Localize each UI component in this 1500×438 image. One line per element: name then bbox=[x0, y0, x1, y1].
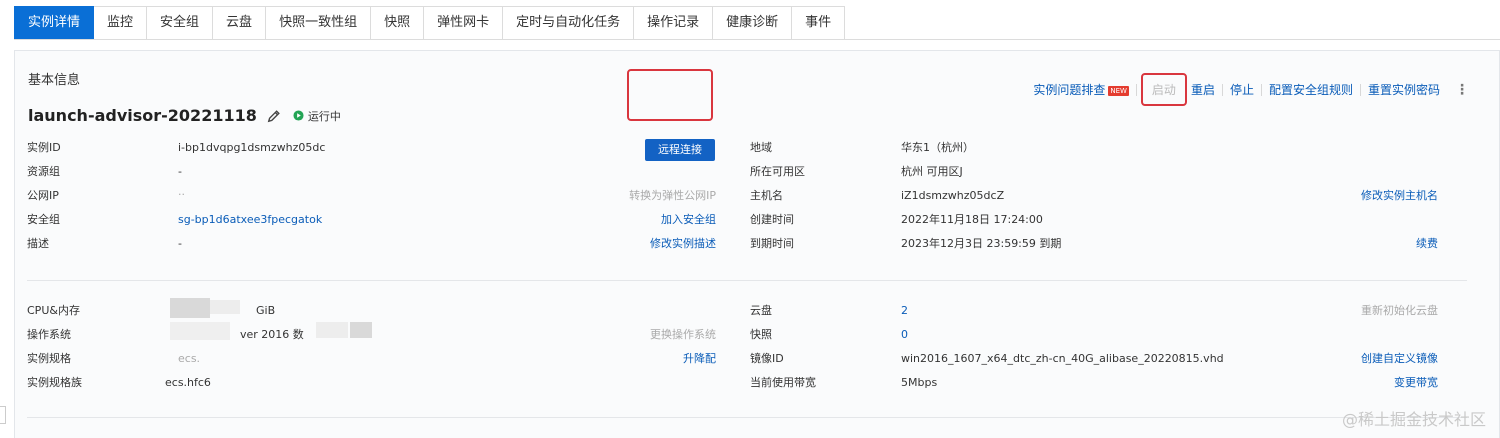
join-security-group-link[interactable]: 加入安全组 bbox=[661, 211, 716, 229]
expire-label: 到期时间 bbox=[750, 237, 794, 250]
renew-link[interactable]: 续费 bbox=[1416, 235, 1438, 253]
tab-security-group[interactable]: 安全组 bbox=[147, 6, 214, 39]
instance-id-label: 实例ID bbox=[27, 141, 61, 154]
instance-id-value: i-bp1dvqpg1dsmzwhz05dc bbox=[178, 141, 326, 154]
os-label: 操作系统 bbox=[27, 328, 71, 341]
scroll-handle[interactable] bbox=[0, 406, 6, 424]
resource-group-value: - bbox=[178, 165, 182, 178]
spec-label: 实例规格 bbox=[27, 352, 71, 365]
hostname-label: 主机名 bbox=[750, 189, 783, 202]
tab-snapshot-consistency-group[interactable]: 快照一致性组 bbox=[266, 6, 372, 39]
image-id-value: win2016_1607_x64_dtc_zh-cn_40G_alibase_2… bbox=[901, 352, 1224, 365]
status-text: 运行中 bbox=[307, 109, 341, 123]
image-id-label: 镜像ID bbox=[750, 352, 784, 365]
remote-connect-button[interactable]: 远程连接 bbox=[645, 139, 715, 161]
start-highlight-box: 启动 bbox=[1140, 73, 1187, 106]
instance-title: launch-advisor-20221118 运行中 bbox=[28, 106, 341, 125]
tab-cloud-disk[interactable]: 云盘 bbox=[213, 6, 267, 39]
edit-description-link[interactable]: 修改实例描述 bbox=[650, 235, 716, 253]
tab-events[interactable]: 事件 bbox=[792, 6, 846, 39]
troubleshoot-link[interactable]: 实例问题排查 NEW bbox=[1026, 81, 1136, 98]
cpu-mem-value: GiB bbox=[256, 304, 276, 317]
troubleshoot-label: 实例问题排查 bbox=[1033, 83, 1106, 97]
redacted-block bbox=[170, 322, 230, 340]
tab-scheduled-tasks[interactable]: 定时与自动化任务 bbox=[503, 6, 635, 39]
restart-button[interactable]: 重启 bbox=[1191, 81, 1222, 98]
remote-connect-highlight-box bbox=[627, 69, 713, 121]
tab-monitoring[interactable]: 监控 bbox=[94, 6, 148, 39]
tab-operation-logs[interactable]: 操作记录 bbox=[634, 6, 714, 39]
security-group-link[interactable]: sg-bp1d6atxee3fpecgatok bbox=[178, 211, 322, 229]
tab-eni[interactable]: 弹性网卡 bbox=[424, 6, 504, 39]
description-value: - bbox=[178, 237, 182, 250]
tab-snapshot[interactable]: 快照 bbox=[371, 6, 425, 39]
region-value: 华东1（杭州） bbox=[901, 141, 974, 154]
redacted-block bbox=[170, 298, 210, 318]
disk-count-link[interactable]: 2 bbox=[901, 302, 908, 320]
convert-eip-link[interactable]: 转换为弹性公网IP bbox=[629, 187, 716, 205]
stop-button[interactable]: 停止 bbox=[1223, 81, 1261, 98]
expire-value: 2023年12月3日 23:59:59 到期 bbox=[901, 237, 1062, 250]
zone-label: 所在可用区 bbox=[750, 165, 805, 178]
change-bandwidth-link[interactable]: 变更带宽 bbox=[1394, 374, 1438, 392]
bandwidth-value: 5Mbps bbox=[901, 376, 938, 389]
edit-hostname-link[interactable]: 修改实例主机名 bbox=[1361, 187, 1438, 205]
instance-name: launch-advisor-20221118 bbox=[28, 106, 257, 125]
change-os-link[interactable]: 更换操作系统 bbox=[650, 326, 716, 344]
reinit-disk-link[interactable]: 重新初始化云盘 bbox=[1361, 302, 1438, 320]
bandwidth-label: 当前使用带宽 bbox=[750, 376, 816, 389]
redacted-block bbox=[316, 322, 348, 338]
more-icon[interactable]: ⋮ bbox=[1455, 82, 1469, 98]
section-divider bbox=[27, 417, 1467, 418]
family-label: 实例规格族 bbox=[27, 376, 82, 389]
new-badge: NEW bbox=[1108, 86, 1129, 96]
public-ip-value: .. bbox=[178, 185, 185, 198]
reset-password-button[interactable]: 重置实例密码 bbox=[1361, 81, 1447, 98]
running-icon bbox=[293, 110, 304, 121]
create-image-link[interactable]: 创建自定义镜像 bbox=[1361, 350, 1438, 368]
section-divider bbox=[27, 280, 1467, 281]
os-value: ver 2016 数 bbox=[240, 328, 304, 341]
resource-group-label: 资源组 bbox=[27, 165, 60, 178]
hostname-value: iZ1dsmzwhz05dcZ bbox=[901, 189, 1005, 202]
divider bbox=[1135, 83, 1137, 96]
resize-link[interactable]: 升降配 bbox=[683, 350, 716, 368]
tab-bar: 实例详情 监控 安全组 云盘 快照一致性组 快照 弹性网卡 定时与自动化任务 操… bbox=[14, 6, 1500, 40]
section-title: 基本信息 bbox=[28, 73, 81, 88]
edit-icon[interactable] bbox=[267, 109, 281, 123]
config-security-rules-button[interactable]: 配置安全组规则 bbox=[1262, 81, 1360, 98]
action-bar: 实例问题排查 NEW 启动 重启 停止 配置安全组规则 重置实例密码 ⋮ bbox=[1026, 73, 1469, 106]
family-value: ecs.hfc6 bbox=[165, 376, 211, 389]
start-button[interactable]: 启动 bbox=[1145, 83, 1183, 97]
zone-value: 杭州 可用区J bbox=[901, 165, 963, 178]
created-label: 创建时间 bbox=[750, 213, 794, 226]
public-ip-label: 公网IP bbox=[27, 189, 59, 202]
tab-health-diagnosis[interactable]: 健康诊断 bbox=[713, 6, 793, 39]
disk-label: 云盘 bbox=[750, 304, 772, 317]
snapshot-label: 快照 bbox=[750, 328, 772, 341]
cpu-mem-label: CPU&内存 bbox=[27, 304, 80, 317]
status-badge: 运行中 bbox=[293, 108, 341, 124]
redacted-block bbox=[210, 300, 240, 314]
snapshot-count-link[interactable]: 0 bbox=[901, 326, 908, 344]
description-label: 描述 bbox=[27, 237, 49, 250]
tab-instance-details[interactable]: 实例详情 bbox=[14, 6, 95, 39]
redacted-block bbox=[350, 322, 372, 338]
spec-value: ecs. bbox=[178, 352, 201, 365]
region-label: 地域 bbox=[750, 141, 772, 154]
watermark: @稀土掘金技术社区 bbox=[1341, 410, 1486, 429]
security-group-label: 安全组 bbox=[27, 213, 60, 226]
created-value: 2022年11月18日 17:24:00 bbox=[901, 213, 1043, 226]
